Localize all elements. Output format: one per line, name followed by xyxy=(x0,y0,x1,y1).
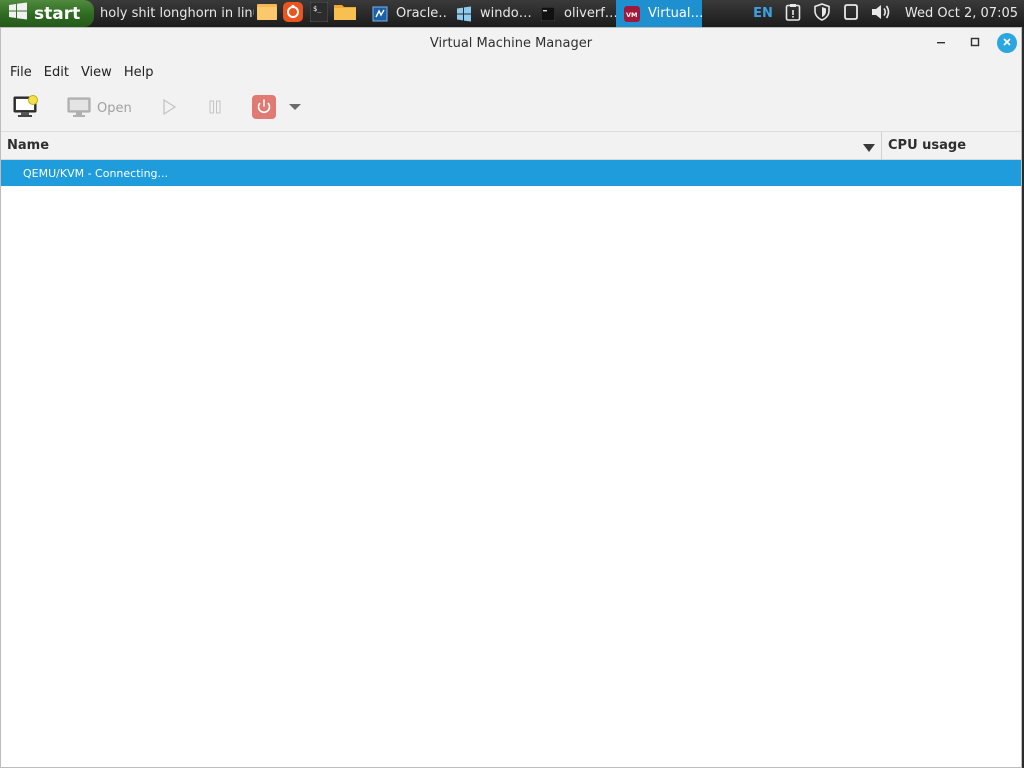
toolbar: Open xyxy=(1,86,1021,132)
menu-bar: File Edit View Help xyxy=(1,58,1021,86)
task-windows[interactable]: windo… xyxy=(448,0,532,27)
window-titlebar[interactable]: Virtual Machine Manager xyxy=(1,28,1021,58)
windows-logo-icon xyxy=(8,2,28,25)
task-label: holy shit longhorn in linux xyxy=(100,6,254,21)
run-button[interactable] xyxy=(156,91,182,127)
close-button[interactable] xyxy=(997,33,1017,53)
play-icon xyxy=(160,98,178,120)
virt-manager-icon: VM xyxy=(622,4,642,24)
task-terminal[interactable]: oliverf… xyxy=(532,0,616,27)
window-title: Virtual Machine Manager xyxy=(429,35,593,51)
column-cpu-header[interactable]: CPU usage xyxy=(881,131,1021,160)
column-cpu-label: CPU usage xyxy=(888,138,967,153)
svg-text:$_: $_ xyxy=(313,5,322,13)
volume-tray[interactable] xyxy=(865,0,897,27)
task-virt-manager[interactable]: VM Virtual… xyxy=(616,0,702,27)
task-label: windo… xyxy=(480,6,532,21)
quick-launch-files[interactable] xyxy=(254,0,280,27)
menu-view[interactable]: View xyxy=(75,65,118,80)
quick-launch-files-2[interactable] xyxy=(332,0,358,27)
minimize-button[interactable] xyxy=(929,31,953,55)
ubuntu-icon xyxy=(283,1,303,26)
close-icon xyxy=(1002,36,1012,50)
column-name-header[interactable]: Name xyxy=(1,132,881,160)
task-label: Virtual… xyxy=(648,6,702,21)
folder-icon xyxy=(257,3,277,24)
task-longhorn-folder[interactable]: holy shit longhorn in linux xyxy=(94,0,254,27)
pause-button[interactable] xyxy=(202,91,228,127)
vm-list: QEMU/KVM - Connecting... xyxy=(1,160,1021,186)
folder-icon xyxy=(334,3,356,24)
clipboard-tray[interactable] xyxy=(779,0,807,27)
storage-tray[interactable] xyxy=(837,0,865,27)
clipboard-icon xyxy=(785,3,801,25)
minimize-icon xyxy=(936,36,946,50)
system-tray: EN Wed Oct 2, 07:05 xyxy=(747,0,1024,27)
shield-icon xyxy=(813,2,831,25)
list-item[interactable]: QEMU/KVM - Connecting... xyxy=(1,160,1021,186)
security-tray[interactable] xyxy=(807,0,837,27)
task-label: oliverf… xyxy=(564,6,616,21)
quick-launch-ubuntu[interactable] xyxy=(280,0,306,27)
connection-label: QEMU/KVM - Connecting... xyxy=(23,166,169,180)
virtualbox-icon xyxy=(370,4,390,24)
virt-manager-window: Virtual Machine Manager File Edit View H… xyxy=(0,27,1022,768)
menu-file[interactable]: File xyxy=(4,65,38,80)
keyboard-layout-indicator[interactable]: EN xyxy=(747,0,779,27)
terminal-icon xyxy=(538,4,558,24)
vm-list-header: Name CPU usage xyxy=(1,131,1021,160)
taskbar: start holy shit longhorn in linux $_ Ora… xyxy=(0,0,1024,27)
column-name-label: Name xyxy=(7,138,50,153)
menu-edit[interactable]: Edit xyxy=(38,65,75,80)
task-oracle[interactable]: Oracle… xyxy=(364,0,448,27)
new-vm-button[interactable] xyxy=(9,91,43,127)
quick-launch-terminal[interactable]: $_ xyxy=(306,0,332,27)
open-label: Open xyxy=(97,101,132,116)
new-vm-icon xyxy=(13,94,39,123)
terminal-icon: $_ xyxy=(309,1,329,26)
speaker-icon xyxy=(871,4,891,24)
window-controls xyxy=(929,31,1017,55)
chevron-down-icon[interactable] xyxy=(863,141,875,156)
svg-text:VM: VM xyxy=(626,11,638,19)
open-button[interactable]: Open xyxy=(63,91,136,127)
clock[interactable]: Wed Oct 2, 07:05 xyxy=(897,6,1024,21)
windows-icon xyxy=(454,4,474,24)
shutdown-button[interactable] xyxy=(248,91,280,127)
pause-icon xyxy=(206,98,224,120)
chevron-down-icon xyxy=(288,101,302,116)
maximize-button[interactable] xyxy=(963,31,987,55)
shutdown-menu-button[interactable] xyxy=(284,91,306,127)
maximize-icon xyxy=(970,36,980,50)
sd-card-icon xyxy=(843,3,859,24)
monitor-icon xyxy=(67,96,91,122)
start-label: start xyxy=(34,3,81,24)
task-label: Oracle… xyxy=(396,6,448,21)
start-button[interactable]: start xyxy=(0,0,94,27)
power-icon xyxy=(251,94,276,123)
menu-help[interactable]: Help xyxy=(118,65,160,80)
